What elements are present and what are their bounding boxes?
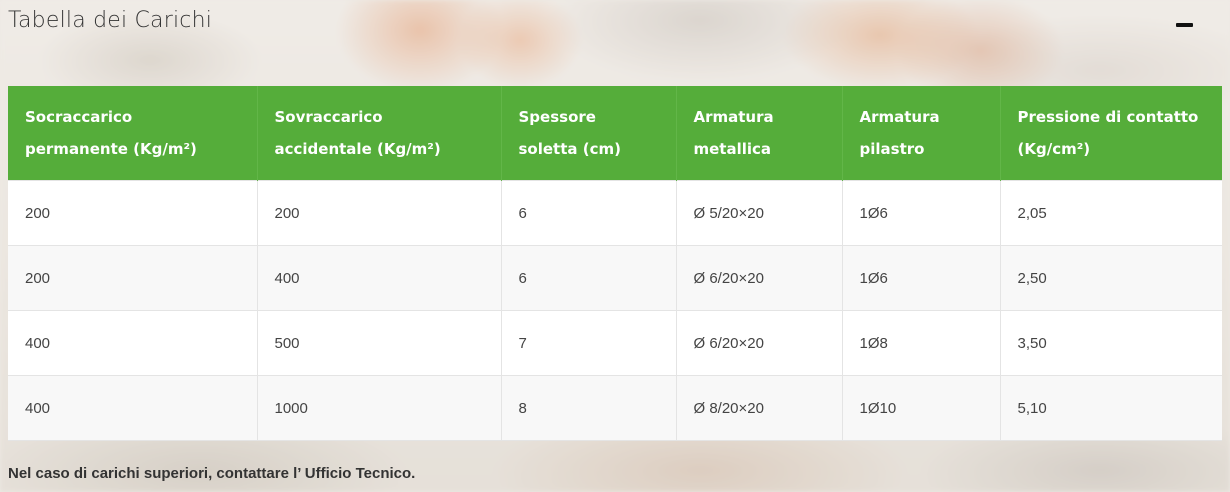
- column-header: Socraccarico permanente (Kg/m²): [8, 86, 258, 181]
- table-cell: 400: [257, 245, 502, 311]
- column-header: Spessore soletta (cm): [501, 86, 677, 181]
- table-cell: Ø 6/20×20: [676, 310, 843, 376]
- column-header: Sovraccarico accidentale (Kg/m²): [257, 86, 502, 181]
- table-cell: 3,50: [1000, 310, 1222, 376]
- table-row: 200 400 6 Ø 6/20×20 1Ø6 2,50: [8, 245, 1222, 311]
- table-cell: 6: [501, 180, 677, 246]
- table-cell: 200: [8, 180, 258, 246]
- load-table: Socraccarico permanente (Kg/m²) Sovracca…: [8, 86, 1222, 441]
- table-cell: 2,50: [1000, 245, 1222, 311]
- table-cell: 200: [8, 245, 258, 311]
- table-cell: 1Ø6: [842, 245, 1001, 311]
- column-header: Armatura metallica: [676, 86, 843, 181]
- section-title[interactable]: Tabella dei Carichi: [8, 8, 212, 33]
- table-row: 400 1000 8 Ø 8/20×20 1Ø10 5,10: [8, 375, 1222, 441]
- table-cell: 6: [501, 245, 677, 311]
- table-cell: 2,05: [1000, 180, 1222, 246]
- table-cell: 5,10: [1000, 375, 1222, 441]
- table-cell: 400: [8, 375, 258, 441]
- table-cell: 200: [257, 180, 502, 246]
- table-cell: 1Ø10: [842, 375, 1001, 441]
- table-cell: 7: [501, 310, 677, 376]
- table-row: 400 500 7 Ø 6/20×20 1Ø8 3,50: [8, 310, 1222, 376]
- column-header: Pressione di contatto (Kg/cm²): [1000, 86, 1222, 181]
- footnote: Nel caso di carichi superiori, contattar…: [8, 465, 416, 482]
- table-row: 200 200 6 Ø 5/20×20 1Ø6 2,05: [8, 180, 1222, 246]
- minus-icon: [1176, 23, 1193, 27]
- table-cell: 1000: [257, 375, 502, 441]
- table-cell: Ø 5/20×20: [676, 180, 843, 246]
- table-cell: 1Ø8: [842, 310, 1001, 376]
- table-cell: 400: [8, 310, 258, 376]
- table-cell: Ø 8/20×20: [676, 375, 843, 441]
- table-header-row: Socraccarico permanente (Kg/m²) Sovracca…: [8, 86, 1222, 181]
- table-cell: Ø 6/20×20: [676, 245, 843, 311]
- table-cell: 500: [257, 310, 502, 376]
- table-cell: 8: [501, 375, 677, 441]
- collapse-button[interactable]: [1172, 14, 1198, 36]
- table-cell: 1Ø6: [842, 180, 1001, 246]
- column-header: Armatura pilastro: [842, 86, 1001, 181]
